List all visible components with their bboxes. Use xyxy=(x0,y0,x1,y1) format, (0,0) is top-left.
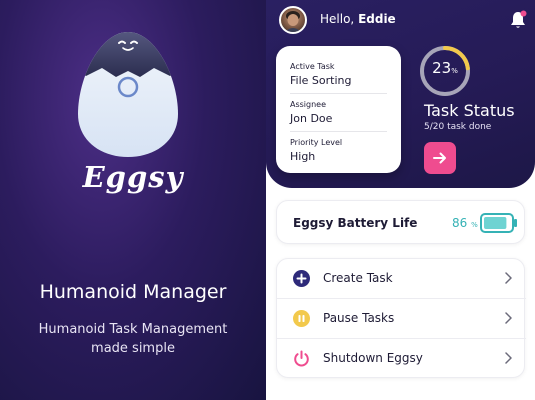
menu-item-pause-tasks[interactable]: Pause Tasks xyxy=(277,299,526,339)
menu-item-label: Create Task xyxy=(323,271,393,285)
tagline-line-2: made simple xyxy=(91,341,175,356)
notification-bell-icon[interactable] xyxy=(509,10,527,30)
brand-logo-text: Eggsy xyxy=(82,160,184,194)
plus-circle-icon xyxy=(293,270,310,287)
dashboard-screen: Hello, Eddie Active Task File Sorting As… xyxy=(266,0,535,400)
menu-item-label: Shutdown Eggsy xyxy=(323,351,423,365)
battery-card: Eggsy Battery Life 86 % xyxy=(276,200,525,244)
priority-value: High xyxy=(290,150,316,163)
battery-percent-unit: % xyxy=(471,221,478,229)
active-task-row: Active Task File Sorting xyxy=(290,62,387,94)
hero-header: Hello, Eddie Active Task File Sorting As… xyxy=(266,0,535,188)
chevron-right-icon xyxy=(505,272,512,284)
active-task-card: Active Task File Sorting Assignee Jon Do… xyxy=(276,46,401,173)
user-name: Eddie xyxy=(358,12,396,26)
priority-row: Priority Level High xyxy=(290,138,387,169)
battery-label: Eggsy Battery Life xyxy=(293,216,418,230)
task-progress-unit: % xyxy=(451,67,458,75)
task-status-next-button[interactable] xyxy=(424,142,456,174)
task-status-title: Task Status xyxy=(424,101,515,120)
assignee-label: Assignee xyxy=(290,100,327,109)
pause-circle-icon xyxy=(293,310,310,327)
actions-menu: Create Task Pause Tasks Shutdown Eggsy xyxy=(276,258,526,379)
tagline-line-1: Humanoid Task Management xyxy=(38,322,228,337)
task-status-subtitle: 5/20 task done xyxy=(424,122,492,132)
menu-item-shutdown[interactable]: Shutdown Eggsy xyxy=(277,339,526,379)
chevron-right-icon xyxy=(505,352,512,364)
priority-label: Priority Level xyxy=(290,138,343,147)
task-progress-percent: 23% xyxy=(419,59,471,77)
menu-item-label: Pause Tasks xyxy=(323,311,395,325)
power-icon xyxy=(294,350,309,367)
battery-icon xyxy=(480,213,517,233)
splash-tagline: Humanoid Task Management made simple xyxy=(0,320,266,358)
menu-item-create-task[interactable]: Create Task xyxy=(277,259,526,299)
chevron-right-icon xyxy=(505,312,512,324)
egg-robot-logo xyxy=(78,32,178,157)
assignee-value: Jon Doe xyxy=(290,112,333,125)
avatar[interactable] xyxy=(279,6,307,34)
active-task-value: File Sorting xyxy=(290,74,352,87)
arrow-right-icon xyxy=(433,152,446,164)
assignee-row: Assignee Jon Doe xyxy=(290,100,387,132)
splash-panel: Eggsy Humanoid Manager Humanoid Task Man… xyxy=(0,0,266,400)
battery-percent-value: 86 xyxy=(452,216,468,230)
battery-percent: 86 % xyxy=(452,216,478,230)
active-task-label: Active Task xyxy=(290,62,335,71)
greeting: Hello, Eddie xyxy=(320,12,396,26)
task-progress-value: 23 xyxy=(432,59,452,77)
avatar-portrait-icon xyxy=(284,11,302,32)
battery-level-fill xyxy=(484,217,507,229)
greeting-prefix: Hello, xyxy=(320,12,355,26)
splash-headline: Humanoid Manager xyxy=(39,281,227,303)
